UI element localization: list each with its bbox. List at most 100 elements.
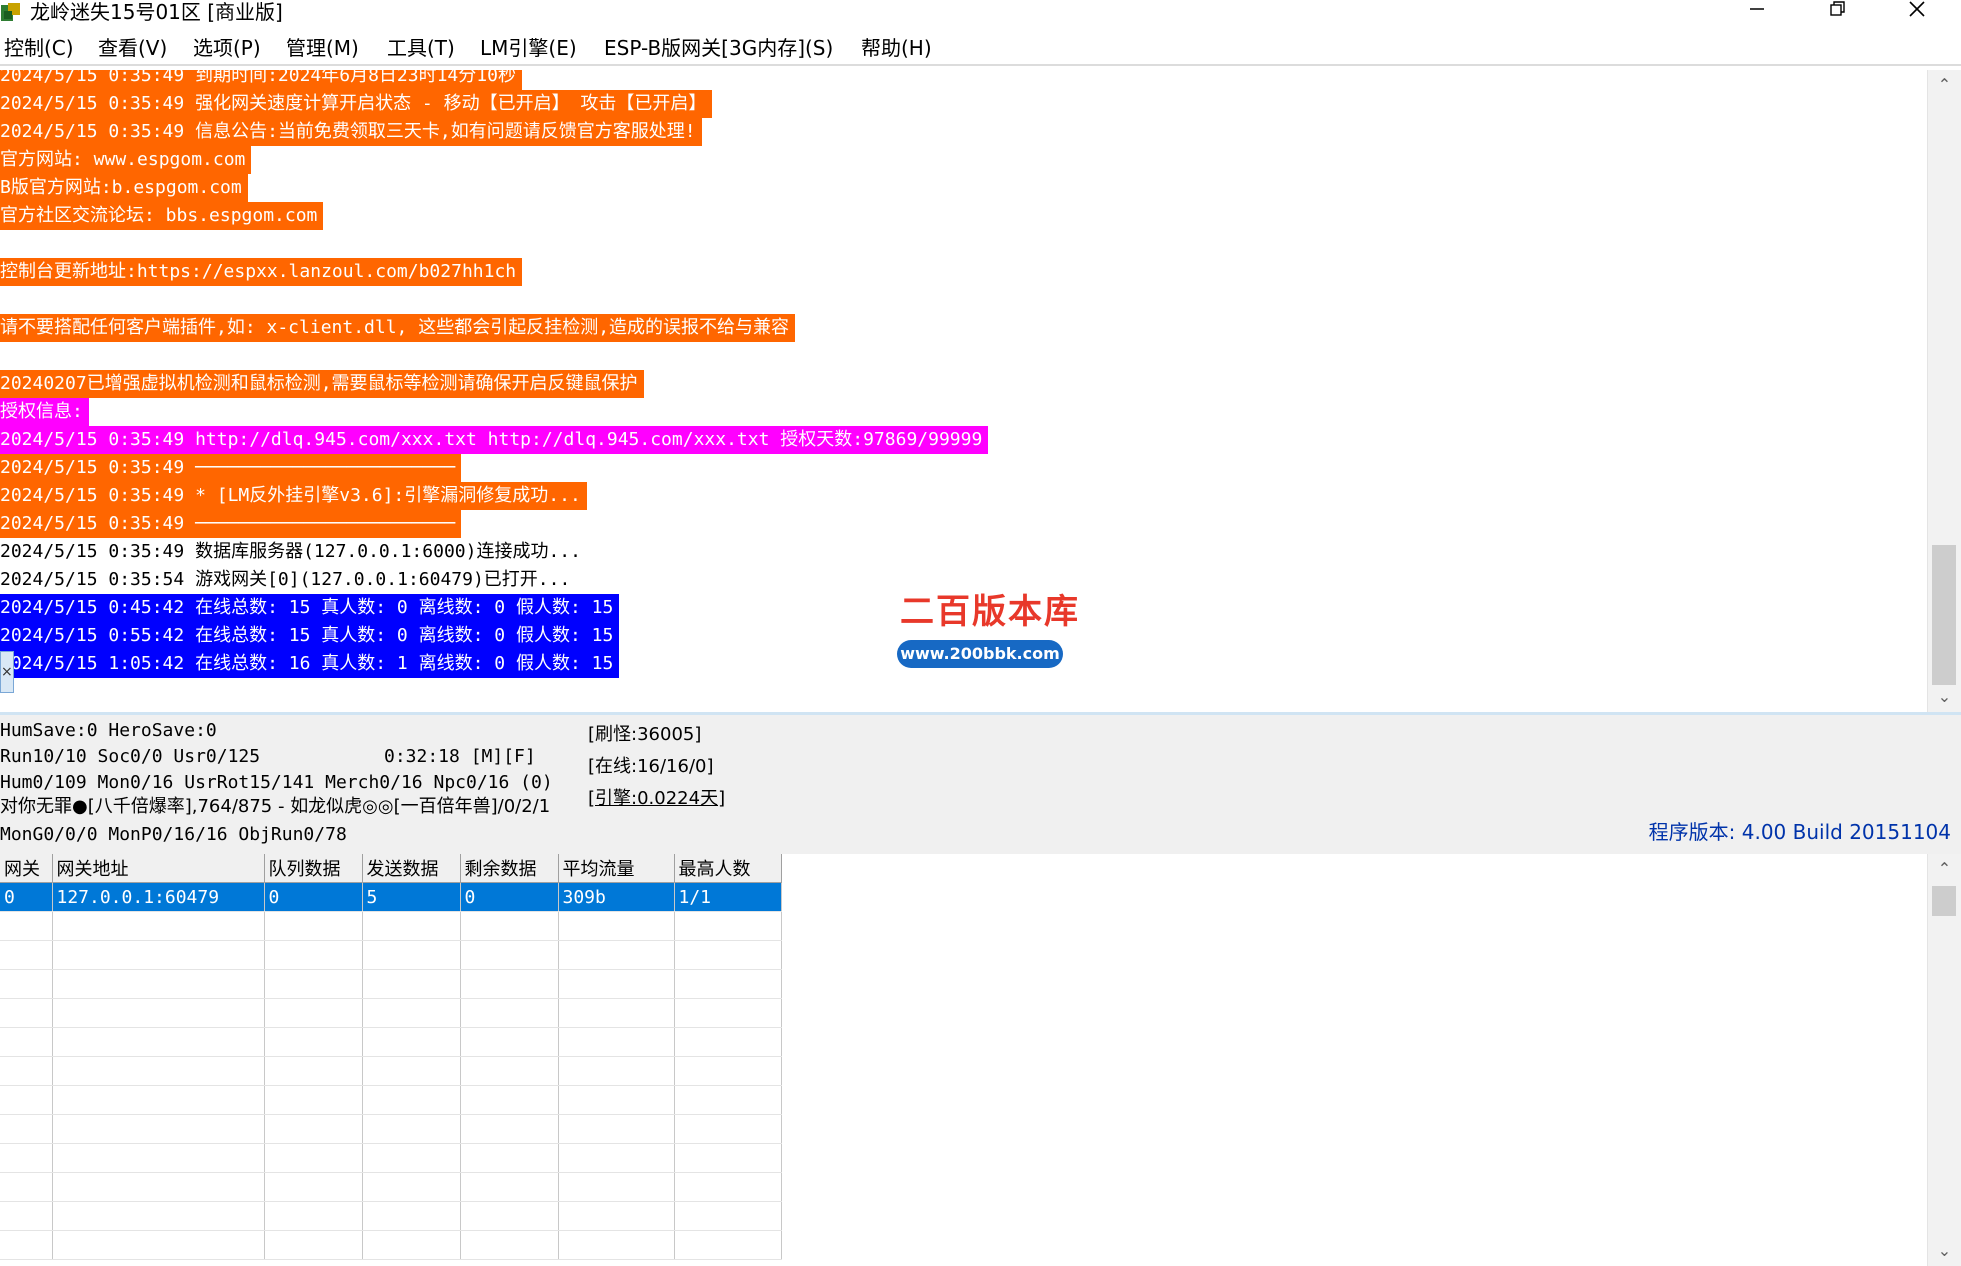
table-cell [558, 1143, 675, 1173]
table-cell [264, 1230, 363, 1260]
scroll-down-icon[interactable]: ⌄ [1928, 1236, 1961, 1266]
table-row[interactable] [0, 911, 782, 941]
table-cell [362, 1027, 461, 1057]
table-row[interactable] [0, 1056, 782, 1086]
table-cell [52, 1201, 265, 1231]
table-cell [362, 998, 461, 1028]
table-cell: 309b [558, 882, 675, 912]
table-cell: 0 [460, 882, 559, 912]
table-cell [0, 1230, 53, 1260]
close-button[interactable] [1888, 0, 1944, 24]
table-cell [460, 1172, 559, 1202]
table-cell: 0 [264, 882, 363, 912]
status-pane: HumSave:0 HeroSave:0 Run10/10 Soc0/0 Usr… [0, 712, 1961, 857]
table-row[interactable] [0, 1114, 782, 1144]
table-row[interactable] [0, 1172, 782, 1202]
table-scroll-thumb[interactable] [1932, 886, 1956, 916]
status-online: [在线:16/16/0] [588, 756, 714, 777]
log-scroll-thumb[interactable] [1932, 545, 1956, 685]
log-line: 2024/5/15 0:35:49 数据库服务器(127.0.0.1:6000)… [0, 541, 581, 562]
column-header[interactable]: 最高人数 [674, 854, 782, 883]
table-cell [674, 940, 782, 970]
table-cell [52, 1056, 265, 1086]
window-title: 龙岭迷失15号01区 [商业版] [30, 0, 283, 24]
log-line: 2024/5/15 0:35:54 游戏网关[0](127.0.0.1:6047… [0, 569, 571, 590]
menu-bar: 控制(C) 查看(V) 选项(P) 管理(M) 工具(T) LM引擎(E) ES… [0, 30, 1961, 66]
log-line: 2024/5/15 0:35:49 ──────────────────────… [0, 510, 462, 538]
table-cell [674, 911, 782, 941]
table-cell: 5 [362, 882, 461, 912]
status-refresh: [刷怪:36005] [588, 724, 702, 745]
menu-options[interactable]: 选项(P) [193, 35, 261, 61]
table-body: 0 127.0.0.1:60479 0 5 0 309b 1/1 [0, 882, 782, 1260]
log-line: 2024/5/15 0:35:49 http://dlq.945.com/xxx… [0, 426, 989, 454]
minimize-icon [1750, 8, 1764, 10]
menu-control[interactable]: 控制(C) [4, 35, 74, 61]
table-cell [52, 1085, 265, 1115]
table-cell [52, 998, 265, 1028]
table-cell [264, 911, 363, 941]
menu-view[interactable]: 查看(V) [98, 35, 167, 61]
scroll-up-icon[interactable]: ⌃ [1928, 854, 1961, 884]
column-header[interactable]: 网关地址 [52, 854, 265, 883]
column-header[interactable]: 剩余数据 [460, 854, 559, 883]
table-cell [460, 1201, 559, 1231]
table-cell [52, 1114, 265, 1144]
table-cell [460, 940, 559, 970]
scroll-down-icon[interactable]: ⌄ [1928, 682, 1961, 712]
scroll-up-icon[interactable]: ⌃ [1928, 70, 1961, 100]
column-header[interactable]: 队列数据 [264, 854, 363, 883]
title-bar: 龙岭迷失15号01区 [商业版] [0, 0, 1961, 28]
table-row[interactable] [0, 1201, 782, 1231]
table-row[interactable] [0, 940, 782, 970]
close-icon [1909, 1, 1925, 17]
table-cell [52, 911, 265, 941]
table-row[interactable] [0, 1027, 782, 1057]
table-cell [674, 1085, 782, 1115]
table-row[interactable] [0, 1230, 782, 1260]
table-cell: 1/1 [674, 882, 782, 912]
menu-lm-engine[interactable]: LM引擎(E) [480, 35, 577, 61]
table-cell [674, 1056, 782, 1086]
table-cell [264, 1056, 363, 1086]
column-header[interactable]: 发送数据 [362, 854, 461, 883]
table-cell [362, 1114, 461, 1144]
table-cell [0, 1056, 53, 1086]
table-cell [0, 1085, 53, 1115]
table-row[interactable] [0, 998, 782, 1028]
table-cell [362, 911, 461, 941]
column-header[interactable]: 网关 [0, 854, 53, 883]
close-icon[interactable]: × [0, 651, 14, 693]
menu-help[interactable]: 帮助(H) [861, 35, 932, 61]
table-row[interactable] [0, 1085, 782, 1115]
table-row[interactable] [0, 1143, 782, 1173]
table-cell [52, 1172, 265, 1202]
program-version: 程序版本: 4.00 Build 20151104 [1648, 820, 1951, 844]
table-cell [52, 1143, 265, 1173]
restore-button[interactable] [1808, 0, 1864, 24]
table-cell [558, 1056, 675, 1086]
table-cell [674, 1114, 782, 1144]
table-cell [460, 1114, 559, 1144]
table-cell [264, 969, 363, 999]
log-line: 授权信息: [0, 398, 89, 426]
table-cell [674, 1027, 782, 1057]
menu-manage[interactable]: 管理(M) [286, 35, 359, 61]
table-cell [0, 1114, 53, 1144]
log-scrollbar[interactable]: ⌃ ⌄ [1927, 70, 1961, 712]
table-cell [558, 1114, 675, 1144]
watermark-title: 二百版本库 [900, 592, 1080, 632]
table-row[interactable]: 0 127.0.0.1:60479 0 5 0 309b 1/1 [0, 882, 782, 912]
table-cell [0, 969, 53, 999]
menu-tools[interactable]: 工具(T) [387, 35, 455, 61]
table-cell [674, 1230, 782, 1260]
table-cell [362, 1230, 461, 1260]
table-cell [362, 1056, 461, 1086]
column-header[interactable]: 平均流量 [558, 854, 675, 883]
menu-esp-gateway[interactable]: ESP-B版网关[3G内存](S) [604, 35, 833, 61]
table-row[interactable] [0, 969, 782, 999]
minimize-button[interactable] [1728, 0, 1784, 24]
table-scrollbar[interactable]: ⌃ ⌄ [1927, 854, 1961, 1266]
